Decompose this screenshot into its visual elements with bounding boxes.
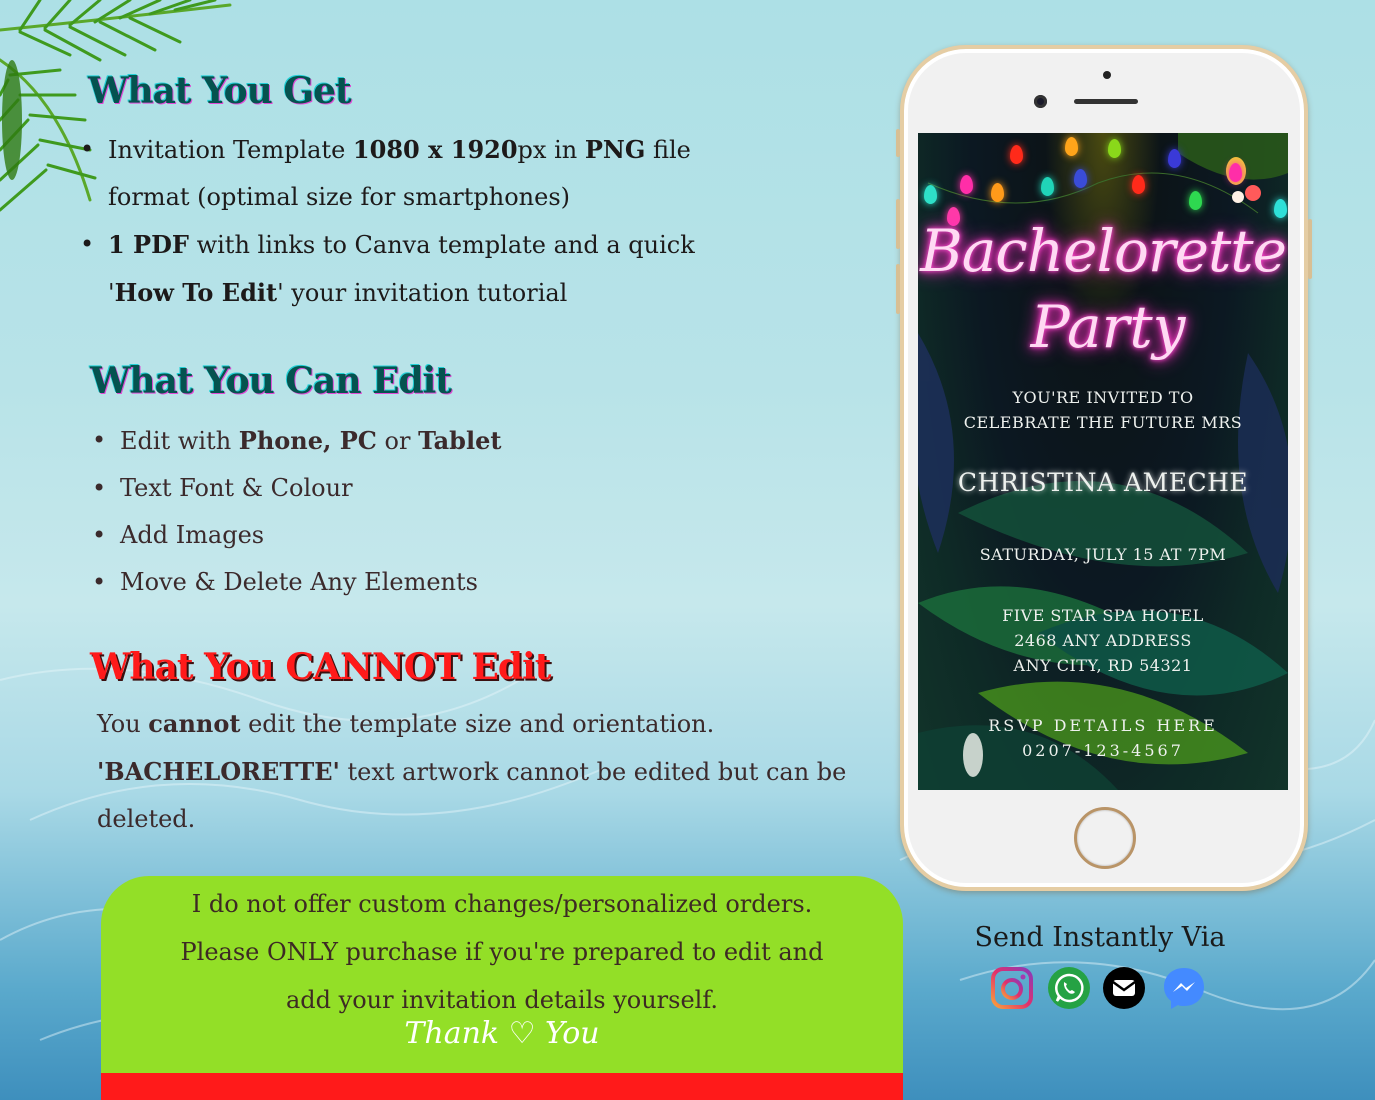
light-bulb — [1108, 139, 1121, 158]
light-bulb — [1074, 169, 1087, 188]
front-camera-icon — [1034, 95, 1047, 108]
proximity-sensor — [1103, 71, 1111, 79]
what-you-can-edit-heading: What You Can Edit — [90, 360, 452, 402]
what-you-get-list: Invitation Template 1080 x 1920px in PNG… — [80, 126, 740, 317]
what-you-can-edit-list: Edit with Phone, PC or Tablet Text Font … — [92, 417, 592, 606]
list-item: Invitation Template 1080 x 1920px in PNG… — [80, 126, 740, 221]
neon-title-bachelorette: Bachelorette — [920, 217, 1287, 285]
what-you-cannot-edit-heading: What You CANNOT Edit — [90, 646, 551, 688]
list-item: Move & Delete Any Elements — [92, 559, 592, 606]
light-bulb — [1132, 175, 1145, 194]
event-date: SATURDAY, JULY 15 AT 7PM — [979, 545, 1227, 564]
notice-line: Please ONLY purchase if you're prepared … — [180, 938, 824, 966]
light-bulb — [960, 175, 973, 194]
phone-mockup: Bachelorette Party YOU'RE INVITED TO CEL… — [896, 45, 1312, 891]
list-item: 1 PDF with links to Canva template and a… — [80, 221, 740, 317]
what-you-get-heading: What You Get — [88, 70, 352, 112]
list-item: Add Images — [92, 512, 592, 559]
light-bulb — [1010, 145, 1023, 164]
neon-title-party: Party — [1030, 293, 1186, 361]
light-bulb — [924, 185, 937, 204]
send-instantly-heading: Send Instantly Via — [974, 922, 1226, 953]
light-bulb — [1041, 177, 1054, 196]
light-bulb — [1065, 137, 1078, 156]
messenger-icon — [1164, 968, 1204, 1009]
instagram-icon — [991, 967, 1033, 1009]
light-bulb — [1168, 149, 1181, 168]
phone-power-button — [1308, 219, 1312, 279]
phone-volume-up — [896, 199, 900, 249]
red-footer-bar — [101, 1073, 903, 1100]
no-custom-orders-notice: I do not offer custom changes/personaliz… — [101, 876, 903, 1100]
list-item: Text Font & Colour — [92, 465, 592, 512]
light-bulb — [1229, 163, 1242, 182]
mail-icon — [1103, 967, 1145, 1009]
home-button — [1074, 807, 1136, 869]
cannot-edit-description: You cannot edit the template size and or… — [97, 709, 847, 833]
rsvp-details: RSVP DETAILS HERE 0207-123-4567 — [988, 716, 1218, 760]
invitation-intro: YOU'RE INVITED TO CELEBRATE THE FUTURE M… — [963, 388, 1243, 432]
light-bulb — [1274, 199, 1287, 218]
phone-mute-switch — [896, 129, 900, 157]
list-item: Edit with Phone, PC or Tablet — [92, 417, 592, 465]
light-bulb — [991, 183, 1004, 202]
bride-name: CHRISTINA AMECHE — [957, 468, 1249, 497]
earpiece-speaker — [1074, 99, 1138, 104]
phone-volume-down — [896, 264, 900, 314]
invitation-preview: Bachelorette Party YOU'RE INVITED TO CEL… — [918, 133, 1288, 790]
whatsapp-icon — [1048, 967, 1090, 1009]
light-bulb — [1189, 191, 1202, 210]
event-venue: FIVE STAR SPA HOTEL 2468 ANY ADDRESS ANY… — [1002, 606, 1204, 675]
notice-line: I do not offer custom changes/personaliz… — [191, 890, 813, 918]
thank-you-script: Thank ♡ You — [404, 1016, 600, 1051]
